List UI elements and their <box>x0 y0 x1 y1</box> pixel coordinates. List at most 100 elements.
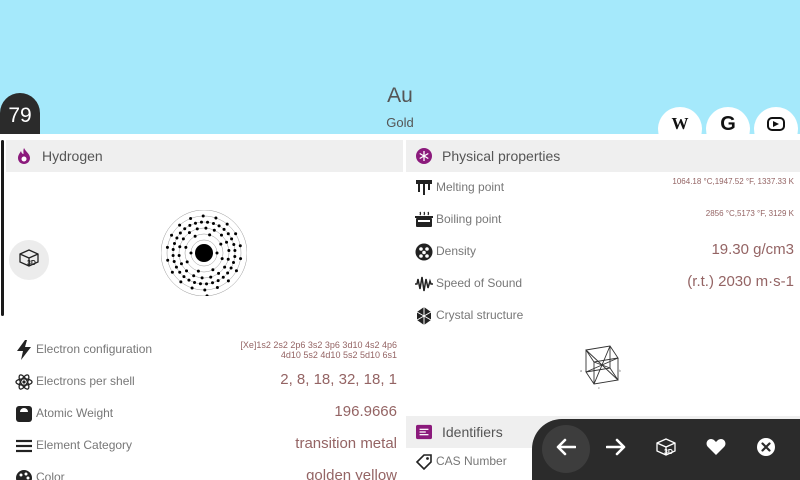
electron <box>172 242 176 246</box>
close-icon <box>756 437 776 462</box>
electron <box>178 270 182 274</box>
boiling-point-value: 2856 °C,5173 °F, 3129 K <box>705 209 794 218</box>
electron <box>192 274 196 278</box>
electron <box>203 288 207 292</box>
electron-configuration-value: [Xe]1s2 2s2 2p6 3s2 3p6 3d10 4s2 4p6 4d1… <box>240 340 397 360</box>
electron <box>170 270 174 274</box>
electron <box>211 268 215 272</box>
electron <box>179 262 183 266</box>
back-button[interactable] <box>542 425 590 473</box>
element-category-row: Element Category transition metal <box>6 430 403 462</box>
electron <box>214 216 218 220</box>
electron <box>187 278 191 282</box>
electron <box>177 253 181 257</box>
heart-icon <box>706 438 726 461</box>
electron <box>223 265 227 269</box>
close-button[interactable] <box>748 431 784 467</box>
favorite-button[interactable] <box>698 431 734 467</box>
electron <box>183 227 187 231</box>
view-3d-atom-button[interactable]: 3D <box>9 240 49 280</box>
tag-icon <box>414 452 434 472</box>
electron-configuration-row: Electron configuration [Xe]1s2 2s2 2p6 3s… <box>6 334 403 366</box>
bohr-model-diagram <box>161 210 247 296</box>
svg-text:b: b <box>619 369 621 373</box>
boiling-icon <box>414 210 434 230</box>
cube-3d-icon: 3D <box>18 248 40 273</box>
electron <box>222 227 226 231</box>
electron <box>178 231 182 235</box>
electron <box>193 281 197 285</box>
electron <box>215 285 219 289</box>
electron <box>239 257 243 261</box>
app-root: 79 Au Gold W G Hydrogen 3D Electron conf… <box>0 0 800 480</box>
electron <box>189 217 193 221</box>
density-icon <box>414 242 434 262</box>
svg-text:3D: 3D <box>27 260 36 267</box>
atomic-number-badge: 79 <box>0 93 40 134</box>
bottom-nav-bar: 3D <box>532 419 800 480</box>
melting-point-label: Melting point <box>436 180 505 194</box>
speed-of-sound-value: (r.t.) 2030 m·s-1 <box>687 273 794 290</box>
identifiers-title: Identifiers <box>442 424 503 440</box>
crystal-structure-diagram: a b c <box>580 345 621 390</box>
physical-properties-title: Physical properties <box>442 148 561 164</box>
nucleus <box>195 244 213 262</box>
density-value: 19.30 g/cm3 <box>711 241 794 258</box>
atom-panel: Hydrogen 3D Electron configuration [Xe]1s… <box>6 140 403 480</box>
electrons-per-shell-row: Electrons per shell 2, 8, 18, 32, 18, 1 <box>6 366 403 398</box>
electron <box>185 269 189 273</box>
electron <box>171 254 175 258</box>
svg-text:a: a <box>580 369 582 373</box>
density-row: Density 19.30 g/cm3 <box>406 236 800 268</box>
cube-3d-icon: 3D <box>655 437 677 462</box>
electron <box>225 222 229 226</box>
electron <box>196 269 200 273</box>
electron <box>166 258 170 262</box>
melting-icon <box>414 178 434 198</box>
electron <box>182 275 186 279</box>
crystal-icon <box>414 306 434 326</box>
electron <box>165 245 169 249</box>
electron <box>171 247 175 251</box>
electron <box>205 294 209 296</box>
category-icon <box>14 436 34 456</box>
atomic-weight-value: 196.9666 <box>334 403 397 420</box>
electron <box>195 227 199 231</box>
electron <box>217 271 221 275</box>
arrow-right-icon <box>605 438 626 461</box>
electron <box>225 240 229 244</box>
element-header: 79 Au Gold W G <box>0 0 800 151</box>
scroll-indicator[interactable] <box>1 140 4 316</box>
electron <box>172 260 176 264</box>
element-category-value: transition metal <box>295 435 397 452</box>
melting-point-value: 1064.18 °C,1947.52 °F, 1337.33 K <box>672 177 794 186</box>
color-label: Color <box>36 470 65 480</box>
svg-text:3D: 3D <box>664 449 673 456</box>
electron <box>179 280 183 284</box>
electron <box>193 221 197 225</box>
electron <box>219 242 223 246</box>
id-card-icon <box>416 424 432 440</box>
electron <box>184 245 188 249</box>
view-3d-button[interactable]: 3D <box>648 431 684 467</box>
electron <box>219 233 223 237</box>
atom-panel-title: Hydrogen <box>42 148 103 164</box>
electron <box>230 237 234 241</box>
electron <box>200 276 204 280</box>
boiling-point-row: Boiling point 2856 °C,5173 °F, 3129 K <box>406 204 800 236</box>
electron-configuration-label: Electron configuration <box>36 342 153 356</box>
melting-point-row: Melting point 1064.18 °C,1947.52 °F, 1337… <box>406 172 800 204</box>
atomic-weight-row: Atomic Weight 196.9666 <box>6 398 403 430</box>
electron <box>220 257 224 261</box>
electron <box>233 255 237 259</box>
electron <box>211 221 215 225</box>
lightning-icon <box>14 340 34 360</box>
electron <box>227 249 231 253</box>
sound-wave-icon <box>414 274 434 294</box>
electron <box>188 223 192 227</box>
crystal-structure-row: Crystal structure <box>406 300 800 332</box>
electron <box>226 232 230 236</box>
electron <box>206 220 210 224</box>
electron <box>170 233 174 237</box>
forward-button[interactable] <box>598 431 634 467</box>
